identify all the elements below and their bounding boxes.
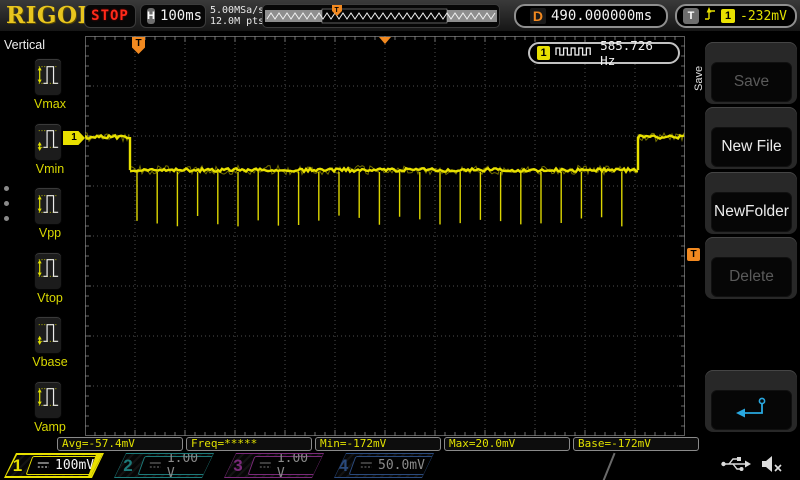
vpp-icon <box>36 188 60 225</box>
horizontal-delay-block[interactable]: D 490.000000ms <box>514 4 668 28</box>
softkey-label: Vmax <box>34 97 66 111</box>
channel-scale-value: 50.0mV <box>378 458 425 473</box>
delay-value: 490.000000ms <box>550 8 653 24</box>
trigger-source-badge: 1 <box>721 9 735 23</box>
square-wave-icon <box>555 44 595 62</box>
softkey-label: Vtop <box>37 290 63 305</box>
channel-scale-value: 100mV <box>54 458 94 473</box>
menu-button-save[interactable]: Save <box>711 62 792 102</box>
vtop-icon <box>36 252 60 289</box>
measurement-readout: Freq=***** <box>186 437 312 451</box>
channel-1-block[interactable]: 1 100mV <box>4 453 104 478</box>
delay-label: D <box>529 8 546 24</box>
measurement-readout: Min=-172mV <box>315 437 441 451</box>
channel-3-block[interactable]: 3 1.00 V <box>224 453 324 478</box>
dc-coupling-icon <box>259 457 272 475</box>
run-state-indicator[interactable]: STOP <box>84 4 136 28</box>
left-menu-title: Vertical <box>4 38 45 52</box>
channel-number: 3 <box>233 455 243 475</box>
rising-edge-icon <box>704 6 716 27</box>
graticule-and-waveform <box>83 36 685 436</box>
softkey-vamp[interactable] <box>34 380 62 419</box>
channel-2-block[interactable]: 2 1.00 V <box>114 453 214 478</box>
return-arrow-icon <box>733 394 771 427</box>
softkey-vpp[interactable] <box>34 187 62 225</box>
h-label: H <box>147 8 155 24</box>
menu-page-dot <box>4 216 9 221</box>
sample-rate: 5.00MSa/s <box>210 5 265 16</box>
softkey-label: Vamp <box>34 419 66 434</box>
horizontal-timebase-block[interactable]: H 100ms <box>140 4 206 28</box>
memory-depth: 12.0M pts <box>210 16 265 27</box>
menu-page-dot <box>4 201 9 206</box>
channel-4-block[interactable]: 4 50.0mV <box>334 453 434 478</box>
channel-body: 2 1.00 V <box>115 454 213 477</box>
softkey-label: Vpp <box>38 226 62 240</box>
status-icons <box>720 454 784 479</box>
menu-button-newfolder[interactable]: NewFolder <box>711 192 792 232</box>
softkey-vtop[interactable] <box>34 251 62 290</box>
softkey-label: Vbase <box>32 355 68 369</box>
softkey-vbase[interactable] <box>34 316 62 354</box>
speaker-muted-icon <box>760 454 784 479</box>
freq-counter-channel-badge: 1 <box>537 46 551 60</box>
channel1-ground-marker[interactable]: 1 <box>63 131 85 145</box>
acquisition-info: 5.00MSa/s 12.0M pts <box>210 5 264 27</box>
channel-scale-box: 50.0mV <box>349 456 437 475</box>
freq-counter-value: 585.726 Hz <box>600 38 653 68</box>
dc-coupling-icon <box>360 457 373 475</box>
waveform-position-thumbnail[interactable]: T <box>262 4 500 28</box>
vamp-icon <box>36 381 60 418</box>
oscilloscope-screen: RIGOL STOP H 100ms 5.00MSa/s 12.0M pts T… <box>0 0 800 480</box>
trigger-label: T <box>683 8 699 24</box>
trigger-info-block[interactable]: T 1 -232mV <box>675 4 797 28</box>
timebase-value: 100ms <box>159 8 203 24</box>
channel-number: 2 <box>123 455 133 475</box>
channel-body: 4 50.0mV <box>335 454 433 477</box>
usb-icon <box>720 455 752 478</box>
measurement-readout: Avg=-57.4mV <box>57 437 183 451</box>
softkey-label: Vmin <box>35 161 65 176</box>
frequency-counter: 1 585.726 Hz <box>528 38 680 68</box>
softkey-vmin[interactable] <box>34 122 62 161</box>
channel-scale-value: 1.00 V <box>276 450 309 480</box>
svg-text:T: T <box>335 7 340 14</box>
menu-button-new-file[interactable]: New File <box>711 127 792 167</box>
measurement-readout: Max=20.0mV <box>444 437 570 451</box>
menu-page-dot <box>4 186 9 191</box>
status-divider <box>602 452 616 480</box>
vbase-icon <box>36 317 60 354</box>
trigger-level-value: -232mV <box>740 8 787 24</box>
menu-button-delete[interactable]: Delete <box>711 257 792 297</box>
run-state-text: STOP <box>91 8 129 24</box>
vmax-icon <box>36 59 60 96</box>
dc-coupling-icon <box>149 457 162 475</box>
channel-body: 1 100mV <box>6 455 102 476</box>
top-bar: RIGOL STOP H 100ms 5.00MSa/s 12.0M pts T… <box>0 0 800 32</box>
softkey-vmax[interactable] <box>34 58 62 96</box>
measurement-readout: Base=-172mV <box>573 437 699 451</box>
channel-body: 3 1.00 V <box>225 454 323 477</box>
rigol-logo: RIGOL <box>6 2 95 29</box>
dc-coupling-icon <box>37 457 50 475</box>
vmin-icon <box>36 123 60 160</box>
back-button[interactable] <box>711 390 792 430</box>
trigger-level-marker[interactable]: T <box>687 248 700 261</box>
channel-scale-value: 1.00 V <box>166 450 199 480</box>
thumbnail-waveform: T <box>263 5 499 32</box>
